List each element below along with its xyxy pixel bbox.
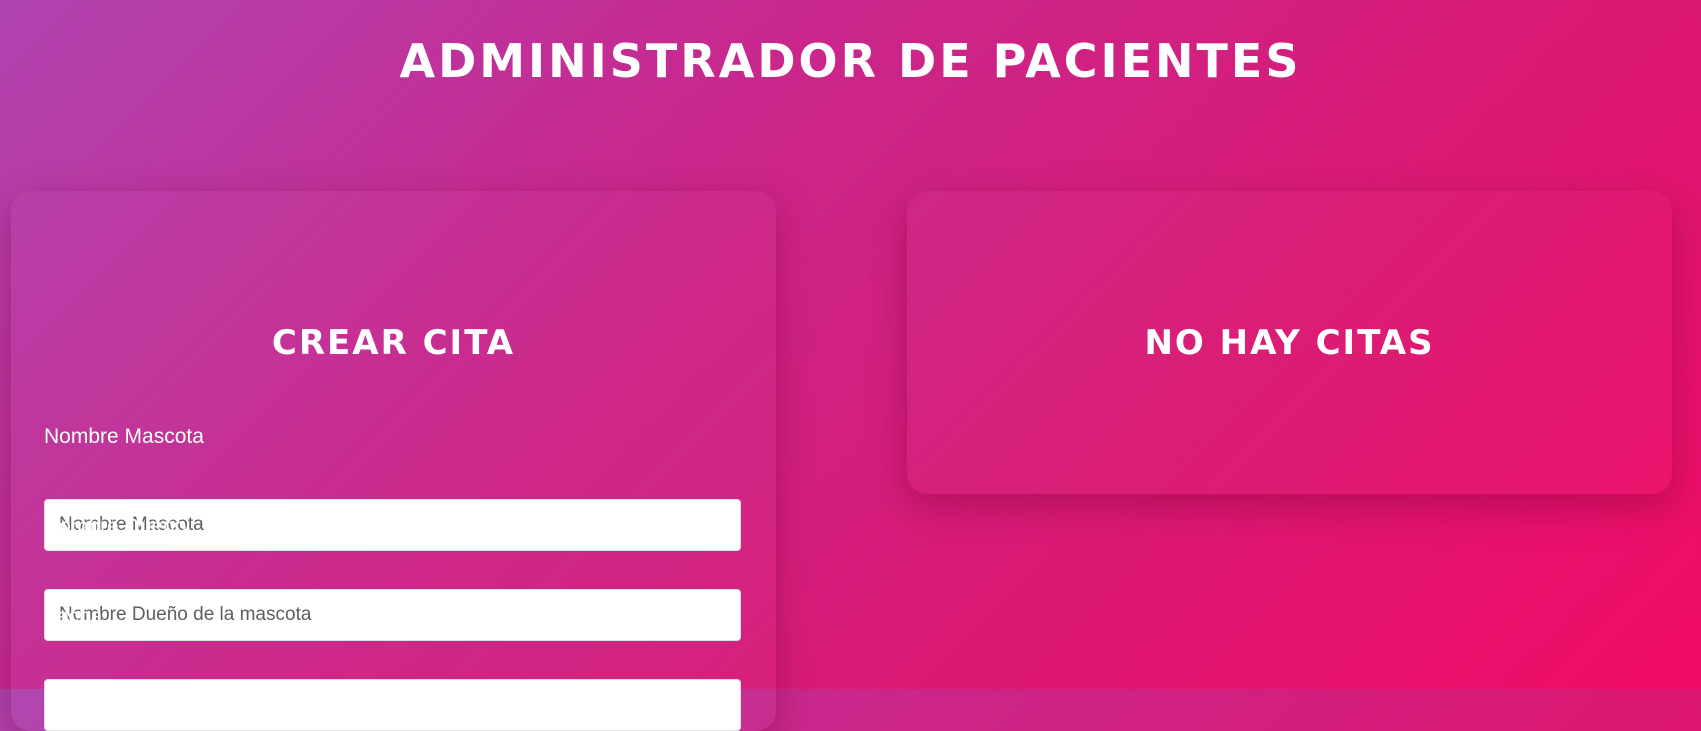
create-appointment-heading: CREAR CITA: [271, 323, 516, 363]
page-title: ADMINISTRADOR DE PACIENTES: [399, 34, 1302, 88]
no-appointments-heading: NO HAY CITAS: [1144, 323, 1435, 363]
create-appointment-card: CREAR CITA Nombre Mascota Nombre Dueño F…: [11, 191, 776, 731]
appointments-card: NO HAY CITAS: [907, 191, 1672, 494]
pet-name-label: Nombre Mascota: [44, 425, 204, 448]
date-label: Fecha: [44, 605, 103, 628]
owner-name-label: Nombre Dueño: [44, 515, 187, 538]
owner-name-input[interactable]: [44, 589, 741, 641]
date-input[interactable]: [44, 679, 741, 731]
